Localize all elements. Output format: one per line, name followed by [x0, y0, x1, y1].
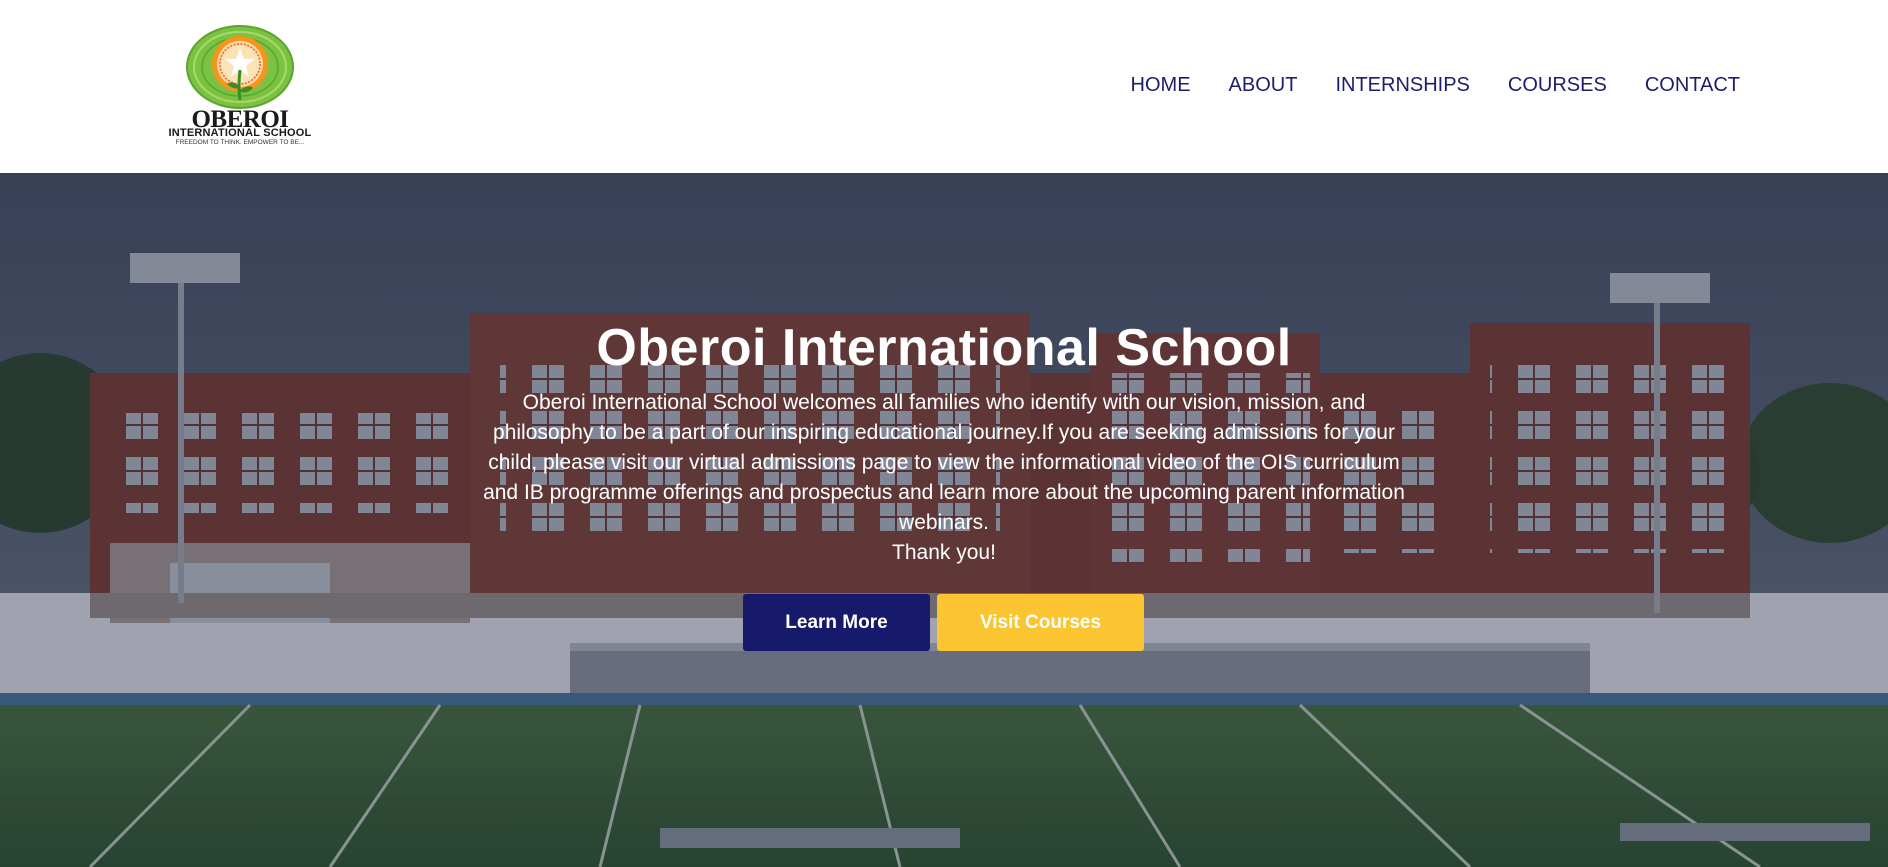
sun-flower-emblem-icon: [186, 25, 294, 109]
site-header: OBEROI INTERNATIONAL SCHOOL FREEDOM TO T…: [0, 0, 1888, 173]
hero-buttons: Learn More Visit Courses: [743, 594, 1144, 651]
school-logo[interactable]: OBEROI INTERNATIONAL SCHOOL FREEDOM TO T…: [166, 24, 314, 148]
nav-internships[interactable]: INTERNSHIPS: [1335, 72, 1469, 98]
main-nav: HOME ABOUT INTERNSHIPS COURSES CONTACT: [1131, 72, 1740, 98]
visit-courses-button[interactable]: Visit Courses: [937, 594, 1144, 651]
nav-home[interactable]: HOME: [1131, 72, 1191, 98]
hero-content: Oberoi International School Oberoi Inter…: [444, 318, 1444, 568]
hero-description: Oberoi International School welcomes all…: [483, 391, 1405, 534]
learn-more-button[interactable]: Learn More: [743, 594, 930, 651]
nav-courses[interactable]: COURSES: [1508, 72, 1607, 98]
hero-thanks: Thank you!: [892, 541, 996, 564]
hero-section: Oberoi International School Oberoi Inter…: [0, 173, 1888, 867]
nav-about[interactable]: ABOUT: [1229, 72, 1298, 98]
logo-tagline: FREEDOM TO THINK. EMPOWER TO BE...: [175, 139, 305, 146]
nav-contact[interactable]: CONTACT: [1645, 72, 1740, 98]
hero-title: Oberoi International School: [596, 319, 1292, 377]
